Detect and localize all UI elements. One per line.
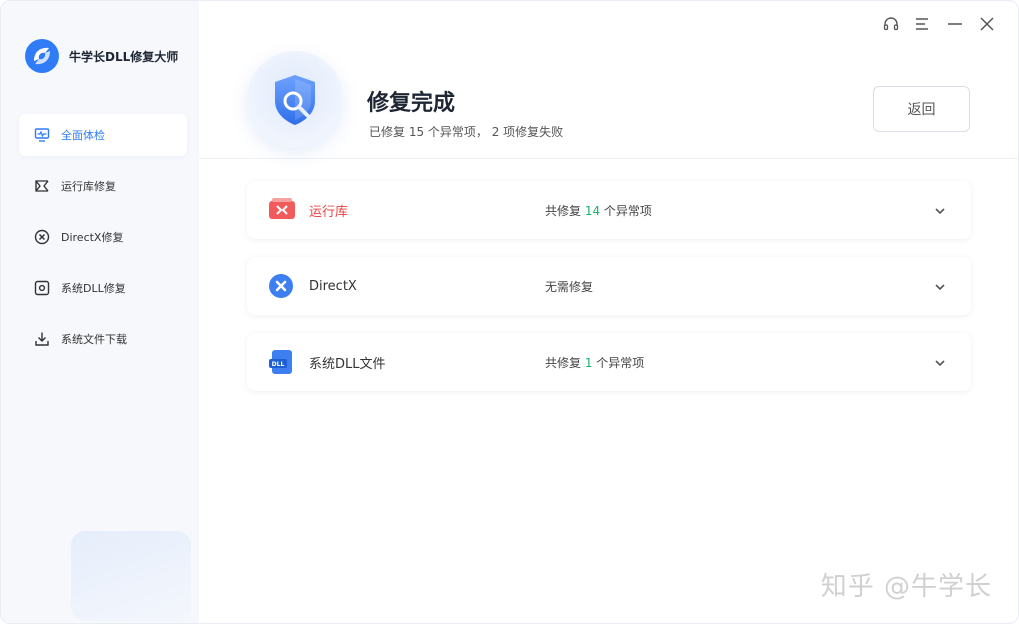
result-name: 系统DLL文件 xyxy=(309,356,386,372)
decorative-folder-graphic xyxy=(71,531,191,621)
sidebar-item-directx[interactable]: DirectX修复 xyxy=(19,216,187,258)
result-row-runtime[interactable]: 运行库 共修复 14 个异常项 xyxy=(247,181,971,239)
result-row-directx[interactable]: DirectX 无需修复 xyxy=(247,257,971,315)
sidebar-item-system-dll[interactable]: 系统DLL修复 xyxy=(19,267,187,309)
page-title: 修复完成 xyxy=(367,91,456,116)
sidebar-nav: 全面体检 运行库修复 DirectX修复 系统DLL修复 系统文件下载 xyxy=(19,114,187,369)
monitor-pulse-icon xyxy=(33,126,51,144)
svg-text:DLL: DLL xyxy=(272,361,285,368)
brand: 牛学长DLL修复大师 xyxy=(25,39,178,73)
result-name: 运行库 xyxy=(309,204,349,220)
runtime-icon xyxy=(33,177,51,195)
sidebar-item-label: 系统DLL修复 xyxy=(61,282,126,295)
back-button[interactable]: 返回 xyxy=(873,86,970,132)
result-list: 运行库 共修复 14 个异常项 DirectX 无需修复 DLL 系统DLL文件… xyxy=(247,181,971,409)
app-window: 牛学长DLL修复大师 全面体检 运行库修复 DirectX修复 系统DLL修复 … xyxy=(0,0,1019,624)
status-suffix: 个异常项 xyxy=(592,355,645,370)
sidebar-item-runtime[interactable]: 运行库修复 xyxy=(19,165,187,207)
status-suffix: 个异常项 xyxy=(600,203,652,218)
sidebar-item-file-download[interactable]: 系统文件下载 xyxy=(19,318,187,360)
status-prefix: 共修复 xyxy=(545,203,585,218)
directx-icon xyxy=(269,274,295,298)
result-header: 修复完成 已修复 15 个异常项， 2 项修复失败 返回 xyxy=(199,1,1018,159)
chevron-down-icon[interactable] xyxy=(933,279,947,293)
app-logo-icon xyxy=(25,39,59,73)
runtime-red-icon xyxy=(269,198,295,222)
fixed-count: 14 xyxy=(584,203,601,218)
app-name: 牛学长DLL修复大师 xyxy=(69,49,179,64)
result-status: 无需修复 xyxy=(545,279,594,294)
shield-scan-icon xyxy=(247,51,343,147)
sidebar-item-full-check[interactable]: 全面体检 xyxy=(19,114,187,156)
result-summary: 已修复 15 个异常项， 2 项修复失败 xyxy=(369,125,564,139)
chevron-down-icon[interactable] xyxy=(933,203,947,217)
result-status: 共修复 14 个异常项 xyxy=(545,202,652,219)
sidebar: 牛学长DLL修复大师 全面体检 运行库修复 DirectX修复 系统DLL修复 … xyxy=(1,1,199,623)
dll-gear-icon xyxy=(33,279,51,297)
sidebar-item-label: 运行库修复 xyxy=(61,180,116,193)
dll-file-icon: DLL xyxy=(269,350,295,374)
x-circle-icon xyxy=(33,228,51,246)
result-row-system-dll[interactable]: DLL 系统DLL文件 共修复 1 个异常项 xyxy=(247,333,971,391)
sidebar-item-label: DirectX修复 xyxy=(61,231,124,244)
status-prefix: 共修复 xyxy=(545,355,585,370)
result-status: 共修复 1 个异常项 xyxy=(545,354,644,371)
sidebar-item-label: 系统文件下载 xyxy=(61,333,127,346)
watermark: 知乎 @牛学长 xyxy=(820,572,992,602)
sidebar-item-label: 全面体检 xyxy=(61,129,105,142)
result-name: DirectX xyxy=(309,278,357,294)
download-icon xyxy=(33,330,51,348)
chevron-down-icon[interactable] xyxy=(933,355,947,369)
